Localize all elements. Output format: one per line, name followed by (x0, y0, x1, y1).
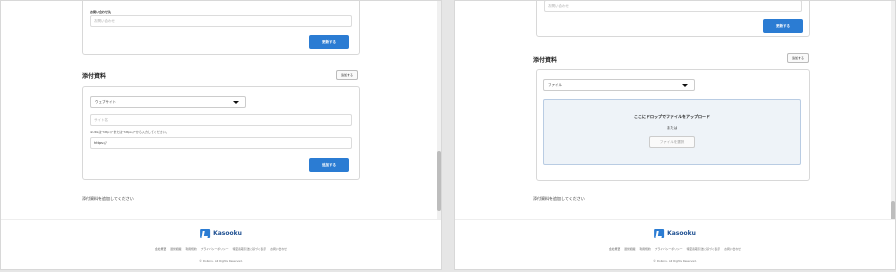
select-value: ウェブサイト (95, 100, 116, 104)
footer-link[interactable]: お問い合わせ (270, 247, 287, 251)
drop-instruction: ここにドロップでファイルをアップロード (634, 114, 710, 119)
register-attachment-button[interactable]: 追加する (309, 158, 349, 172)
brand-name: Kasooku (213, 230, 242, 237)
attachments-title: 添付資料 (82, 73, 107, 80)
copyright: © DoKoru. All Rights Reserved. (653, 259, 697, 263)
footer-links: 会社概要 運営組織 利用規約 プライバシーポリシー 特定商取引法に基づく表示 お… (455, 247, 895, 251)
footer-links: 会社概要 運営組織 利用規約 プライバシーポリシー 特定商取引法に基づく表示 お… (1, 247, 441, 251)
contact-card: お問い合わせ 更新する (536, 1, 810, 37)
contact-card: お問い合わせ先 お問い合わせ 更新する (82, 1, 360, 55)
empty-attachments-note: 添付資料を追加してください (82, 196, 134, 201)
choose-file-button[interactable]: ファイルを選択 (649, 136, 695, 148)
kasooku-logo-icon (654, 229, 665, 238)
footer: Kasooku 会社概要 運営組織 利用規約 プライバシーポリシー 特定商取引法… (1, 219, 441, 269)
left-screenshot-panel: お問い合わせ先 お問い合わせ 更新する 添付資料 追加する ウェブサイト サイト… (0, 0, 442, 270)
contact-input[interactable]: お問い合わせ (544, 1, 802, 12)
footer-link[interactable]: 特定商取引法に基づく表示 (687, 247, 721, 251)
footer-link[interactable]: 利用規約 (185, 247, 196, 251)
attachment-type-select[interactable]: ファイル (543, 79, 695, 91)
contact-label: お問い合わせ先 (90, 10, 112, 14)
empty-attachments-note: 添付資料を追加してください (533, 196, 585, 201)
footer-link[interactable]: プライバシーポリシー (655, 247, 683, 251)
file-drop-zone[interactable]: ここにドロップでファイルをアップロード または ファイルを選択 (543, 99, 801, 165)
site-name-input[interactable]: サイト名 (90, 114, 352, 126)
footer-link[interactable]: 会社概要 (609, 247, 620, 251)
attachment-form-card: ウェブサイト サイト名 ※URLは"http://"または"https://"か… (82, 86, 360, 180)
scrollbar-thumb[interactable] (437, 151, 441, 211)
add-attachment-button[interactable]: 追加する (787, 53, 809, 63)
footer-link[interactable]: 利用規約 (639, 247, 650, 251)
add-attachment-button[interactable]: 追加する (336, 70, 358, 80)
footer-link[interactable]: お問い合わせ (724, 247, 741, 251)
update-button[interactable]: 更新する (763, 19, 803, 33)
footer-link[interactable]: 会社概要 (155, 247, 166, 251)
url-input[interactable]: https:// (90, 137, 352, 149)
caret-down-icon (682, 84, 688, 87)
attachment-form-card: ファイル ここにドロップでファイルをアップロード または ファイルを選択 (536, 69, 810, 181)
footer-logo[interactable]: Kasooku (654, 229, 696, 238)
update-button[interactable]: 更新する (309, 35, 349, 49)
url-hint: ※URLは"http://"または"https://"から入力してください。 (90, 130, 169, 134)
select-value: ファイル (548, 83, 562, 87)
footer-link[interactable]: プライバシーポリシー (201, 247, 229, 251)
footer-link[interactable]: 運営組織 (624, 247, 635, 251)
or-text: または (666, 126, 678, 130)
contact-input[interactable]: お問い合わせ (90, 15, 352, 27)
footer-logo[interactable]: Kasooku (200, 229, 242, 238)
brand-name: Kasooku (667, 230, 696, 237)
attachments-title: 添付資料 (533, 57, 558, 64)
attachment-type-select[interactable]: ウェブサイト (90, 96, 246, 108)
kasooku-logo-icon (200, 229, 211, 238)
footer-link[interactable]: 特定商取引法に基づく表示 (233, 247, 267, 251)
copyright: © DoKoru. All Rights Reserved. (199, 259, 243, 263)
right-screenshot-panel: お問い合わせ 更新する 添付資料 追加する ファイル ここにドロップでファイルを… (454, 0, 896, 270)
footer: Kasooku 会社概要 運営組織 利用規約 プライバシーポリシー 特定商取引法… (455, 219, 895, 269)
caret-down-icon (233, 101, 239, 104)
footer-link[interactable]: 運営組織 (170, 247, 181, 251)
